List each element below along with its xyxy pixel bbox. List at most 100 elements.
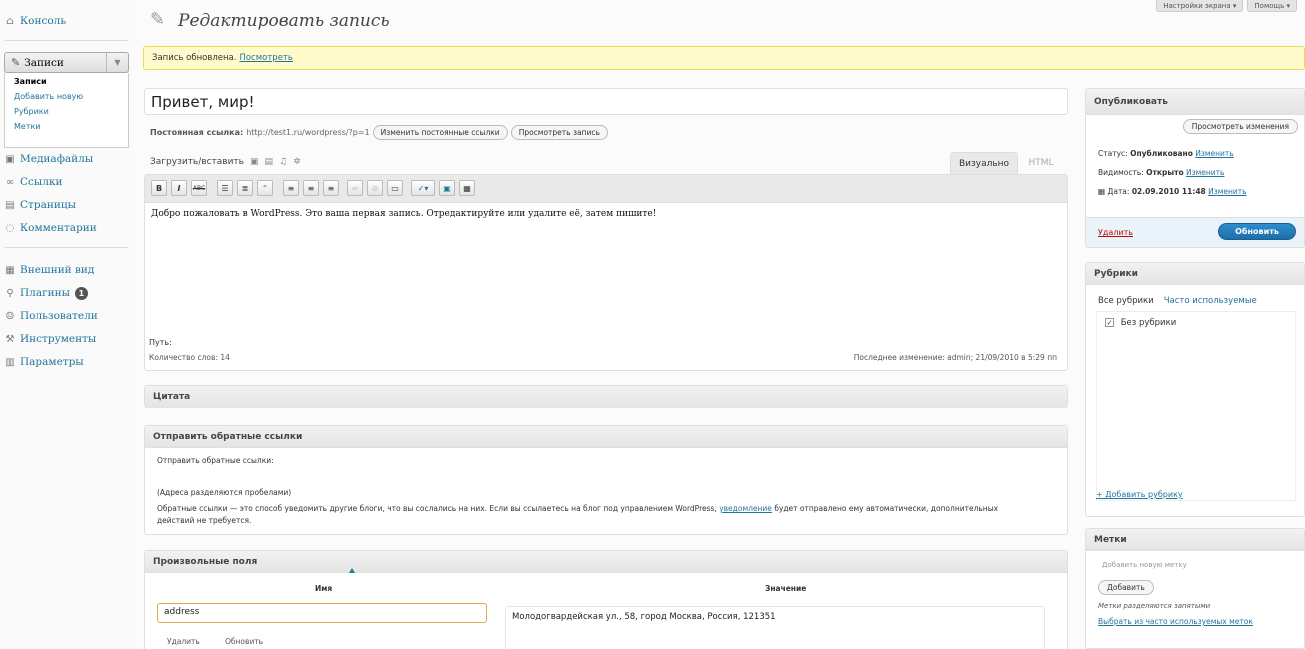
visibility-edit-link[interactable]: Изменить [1186,168,1224,177]
media-buttons: Загрузить/вставить ▣ ▤ ♫ ✲ [150,157,301,167]
blockquote-icon[interactable]: “ [257,180,273,196]
menu-item-links[interactable]: ∞ Ссылки [4,173,128,191]
add-audio-icon[interactable]: ♫ [279,157,287,167]
spellcheck-icon[interactable]: ✓▾ [411,180,435,196]
media-icon: ▣ [5,153,15,165]
page-title: Редактировать запись [178,11,390,31]
italic-icon[interactable]: I [171,180,187,196]
custom-fields-box-title[interactable]: Произвольные поля [145,551,1067,573]
menu-item-appearance[interactable]: ▦ Внешний вид [4,261,128,279]
upload-label: Загрузить/вставить [150,157,244,167]
menu-item-media[interactable]: ▣ Медиафайлы [4,150,128,168]
publish-box-title[interactable]: Опубликовать [1086,89,1304,115]
trackbacks-box-title[interactable]: Отправить обратные ссылки [145,426,1067,448]
category-item[interactable]: ✓ Без рубрики [1105,318,1287,328]
change-permalink-button[interactable]: Изменить постоянные ссылки [372,125,508,140]
menu-item-console[interactable]: ⌂ Консоль [4,12,128,30]
category-checkbox[interactable]: ✓ [1105,318,1114,327]
tags-box-title[interactable]: Метки [1086,529,1304,551]
kitchen-sink-icon[interactable]: ▦ [459,180,475,196]
category-label: Без рубрики [1120,318,1177,328]
more-tag-icon[interactable]: ▭ [387,180,403,196]
permalink-label: Постоянная ссылка: [150,128,244,137]
help-button[interactable]: Помощь ▾ [1247,0,1297,12]
menu-item-comments[interactable]: ◌ Комментарии [4,219,128,237]
pin-icon: ✎ [11,56,21,69]
tab-popular-categories[interactable]: Часто используемые [1164,296,1257,306]
cf-name-input[interactable]: address [157,603,487,623]
menu-item-label: Внешний вид [20,264,95,276]
editor-path: Путь: [149,338,172,347]
categories-tabs: Все рубрики Часто используемые [1098,296,1257,306]
numbered-list-icon[interactable]: ≣ [237,180,253,196]
post-title-input[interactable]: Привет, мир! [144,88,1068,115]
screen-options-button[interactable]: Настройки экрана ▾ [1156,0,1244,12]
status-edit-link[interactable]: Изменить [1195,149,1233,158]
align-right-icon[interactable]: ≡ [323,180,339,196]
submenu-item-add-new[interactable]: Добавить новую [14,92,128,107]
cf-value-input[interactable]: Молодогвардейская ул., 58, город Москва,… [505,606,1045,649]
tags-input[interactable]: Добавить новую метку [1096,561,1296,575]
strikethrough-icon[interactable]: ABC [191,180,207,196]
add-video-icon[interactable]: ▤ [265,157,274,167]
menu-item-label: Записи [24,56,64,69]
editor-content[interactable]: Добро пожаловать в WordPress. Это ваша п… [151,209,656,219]
cf-update-button[interactable]: Обновить [225,637,263,646]
update-button[interactable]: Обновить [1218,223,1296,240]
categories-box-title[interactable]: Рубрики [1086,263,1304,285]
word-count: Количество слов: 14 [149,353,230,362]
custom-fields-box: Произвольные поля Имя Значение address М… [144,550,1068,649]
view-post-button[interactable]: Просмотреть запись [510,125,608,140]
excerpt-box[interactable]: Цитата [144,385,1068,408]
tab-html[interactable]: HTML [1018,152,1064,174]
fullscreen-icon[interactable]: ▣ [439,180,455,196]
bold-icon[interactable]: B [151,180,167,196]
menu-item-plugins[interactable]: ⚲ Плагины 1 [4,284,128,302]
add-media-icon[interactable]: ✲ [293,157,301,167]
link-icon[interactable]: ∞ [347,180,363,196]
align-center-icon[interactable]: ≡ [303,180,319,196]
screen-meta-links: Настройки экрана ▾ Помощь ▾ [1156,0,1297,12]
submenu-item-tags[interactable]: Метки [14,122,128,137]
cf-delete-button[interactable]: Удалить [167,637,200,646]
preview-changes-button[interactable]: Просмотреть изменения [1182,119,1298,134]
menu-item-label: Страницы [20,199,76,211]
menu-item-pages[interactable]: ▤ Страницы [4,196,128,214]
permalink-url: http://test1.ru/wordpress/?p=1 [246,128,370,137]
admin-sidebar: ⌂ Консоль ✎ Записи ▼ Записи Добавить нов… [0,0,132,649]
pingback-link[interactable]: уведомление [719,504,772,513]
tab-visual[interactable]: Визуально [950,152,1018,174]
choose-popular-tags-link[interactable]: Выбрать из часто используемых меток [1098,617,1253,626]
cursor-marker [349,568,355,573]
date-edit-link[interactable]: Изменить [1208,187,1246,196]
permalink-row: Постоянная ссылка: http://test1.ru/wordp… [150,125,608,140]
plugin-icon: ⚲ [6,287,14,299]
menu-item-label: Пользователи [20,310,98,322]
align-left-icon[interactable]: ≡ [283,180,299,196]
submenu-item-categories[interactable]: Рубрики [14,107,128,122]
excerpt-box-title[interactable]: Цитата [145,386,1067,408]
tab-all-categories[interactable]: Все рубрики [1098,296,1154,306]
calendar-icon: ▦ [1098,187,1106,196]
status-value: Опубликовано [1130,149,1193,158]
menu-item-posts[interactable]: ✎ Записи ▼ [4,52,129,73]
comment-icon: ◌ [5,222,15,234]
menu-item-users[interactable]: ☺ Пользователи [4,307,128,325]
submenu-item-posts[interactable]: Записи [14,77,128,92]
post-editor: B I ABC ☰ ≣ “ ≡ ≡ ≡ ∞ ⊘ ▭ ✓▾ ▣ ▦ Добро п… [144,174,1068,371]
delete-link[interactable]: Удалить [1098,228,1133,237]
add-category-link[interactable]: + Добавить рубрику [1096,490,1183,499]
publish-actions: Удалить Обновить [1086,217,1304,247]
add-tag-button[interactable]: Добавить [1098,580,1154,595]
notice-view-link[interactable]: Посмотреть [239,53,292,63]
update-notice: Запись обновлена. Посмотреть [143,46,1305,70]
tags-box: Метки Добавить новую метку Добавить Метк… [1085,528,1305,649]
add-image-icon[interactable]: ▣ [250,157,259,167]
chevron-down-icon[interactable]: ▼ [106,53,128,72]
menu-item-tools[interactable]: ⚒ Инструменты [4,330,128,348]
unlink-icon[interactable]: ⊘ [367,180,383,196]
bullet-list-icon[interactable]: ☰ [217,180,233,196]
status-label: Статус: [1098,149,1128,158]
menu-item-settings[interactable]: ▥ Параметры [4,353,128,371]
notice-text: Запись обновлена. [152,53,237,63]
